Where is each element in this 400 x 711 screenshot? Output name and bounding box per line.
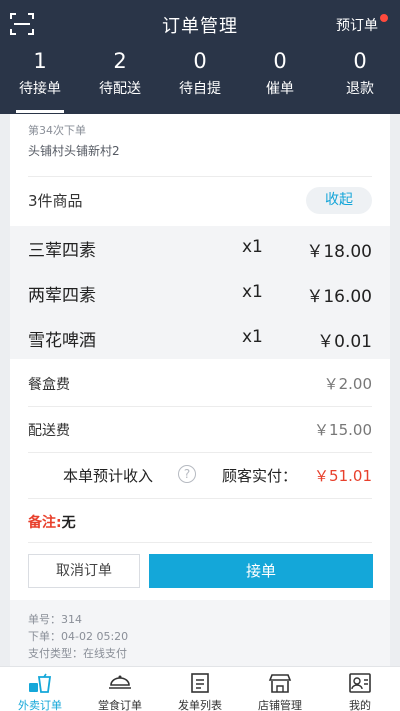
order-number: 单号：314 [28, 613, 82, 626]
item-price: ￥16.00 [306, 287, 372, 307]
order-card: 第34次下单 头铺村头铺新村2 3件商品 收起 三荤四素 x1 ￥18.00 两… [10, 114, 390, 666]
divider [28, 498, 372, 499]
order-time: 下单：04-02 05:20 [28, 630, 129, 643]
item-name: 两荤四素 [28, 286, 96, 306]
nav-takeout-orders[interactable]: 外卖订单 [0, 667, 80, 711]
paid-label: 顾客实付： [222, 467, 298, 485]
fee-label: 餐盒费 [28, 377, 70, 393]
goods-count: 3件商品 [28, 192, 83, 210]
tab-pending-delivery[interactable]: 2 待配送 [80, 48, 160, 104]
tab-refunds[interactable]: 0 退款 [320, 48, 400, 104]
item-name: 三荤四素 [28, 241, 96, 261]
nav-mine[interactable]: 我的 [320, 667, 400, 711]
status-tabs: 1 待接单 2 待配送 0 待自提 0 催单 0 退款 [0, 48, 400, 113]
preorder-badge [380, 14, 388, 22]
list-item: 三荤四素 x1 ￥18.00 [10, 226, 390, 270]
nav-label: 堂食订单 [98, 699, 142, 711]
nav-dispatch-list[interactable]: 发单列表 [160, 667, 240, 711]
list-icon [191, 673, 209, 693]
fee-value: ￥15.00 [314, 421, 372, 439]
order-items: 三荤四素 x1 ￥18.00 两荤四素 x1 ￥16.00 雪花啤酒 x1 ￥0… [10, 226, 390, 359]
tab-label: 待配送 [99, 81, 141, 97]
fee-label: 配送费 [28, 423, 70, 439]
payment-type: 支付类型：在线支付 [28, 647, 127, 660]
top-bar: 订单管理 预订单 [0, 0, 400, 48]
nav-dine-in-orders[interactable]: 堂食订单 [80, 667, 160, 711]
nav-label: 外卖订单 [18, 699, 62, 711]
list-item: 雪花啤酒 x1 ￥0.01 [10, 316, 390, 360]
paid-amount: ￥51.01 [314, 467, 372, 485]
remark-label: 备注: [28, 515, 62, 531]
income-label: 本单预计收入 [63, 467, 154, 485]
tab-label: 退款 [346, 81, 374, 97]
item-qty: x1 [242, 327, 263, 347]
item-qty: x1 [242, 237, 263, 257]
tab-count: 1 [33, 49, 47, 73]
store-icon [268, 674, 292, 693]
question-icon[interactable]: ? [178, 465, 196, 483]
dish-icon [109, 675, 131, 689]
remark: 备注:无 [28, 512, 76, 532]
header: 订单管理 预订单 1 待接单 2 待配送 0 待自提 0 催单 0 退款 [0, 0, 400, 114]
delivery-fee-row: 配送费 ￥15.00 [10, 406, 390, 452]
nav-label: 发单列表 [178, 699, 222, 711]
tab-label: 催单 [266, 81, 294, 97]
nav-label: 我的 [349, 699, 371, 711]
item-price: ￥0.01 [317, 332, 372, 352]
item-price: ￥18.00 [306, 242, 372, 262]
tab-pending-accept[interactable]: 1 待接单 [0, 48, 80, 113]
order-times: 第34次下单 [28, 124, 86, 137]
divider [28, 542, 372, 543]
preorder-link[interactable]: 预订单 [336, 15, 378, 35]
tab-count: 0 [273, 49, 287, 73]
nav-store-management[interactable]: 店铺管理 [240, 667, 320, 711]
order-meta: 单号：314 下单：04-02 05:20 支付类型：在线支付 [10, 600, 390, 666]
tab-count: 0 [193, 49, 207, 73]
remark-value: 无 [61, 515, 76, 531]
bottom-nav: 外卖订单 堂食订单 发单列表 店铺管理 我的 [0, 666, 400, 711]
takeout-cup-icon [29, 673, 52, 693]
fee-value: ￥2.00 [323, 375, 372, 393]
tab-count: 0 [353, 49, 367, 73]
item-name: 雪花啤酒 [28, 331, 96, 351]
tab-label: 待自提 [179, 81, 221, 97]
item-qty: x1 [242, 282, 263, 302]
active-tab-indicator [16, 110, 64, 113]
nav-label: 店铺管理 [258, 699, 302, 711]
box-fee-row: 餐盒费 ￥2.00 [10, 360, 390, 406]
list-item: 两荤四素 x1 ￥16.00 [10, 271, 390, 315]
delivery-address: 头铺村头铺新村2 [28, 144, 120, 158]
tab-pending-pickup[interactable]: 0 待自提 [160, 48, 240, 104]
divider [28, 176, 372, 177]
profile-icon [349, 673, 371, 693]
collapse-button[interactable]: 收起 [306, 187, 372, 214]
tab-count: 2 [113, 49, 127, 73]
tab-label: 待接单 [19, 81, 61, 97]
accept-order-button[interactable]: 接单 [149, 554, 373, 588]
tab-reminders[interactable]: 0 催单 [240, 48, 320, 104]
income-row: 本单预计收入 ? 顾客实付： ￥51.01 [10, 452, 390, 498]
cancel-order-button[interactable]: 取消订单 [28, 554, 140, 588]
